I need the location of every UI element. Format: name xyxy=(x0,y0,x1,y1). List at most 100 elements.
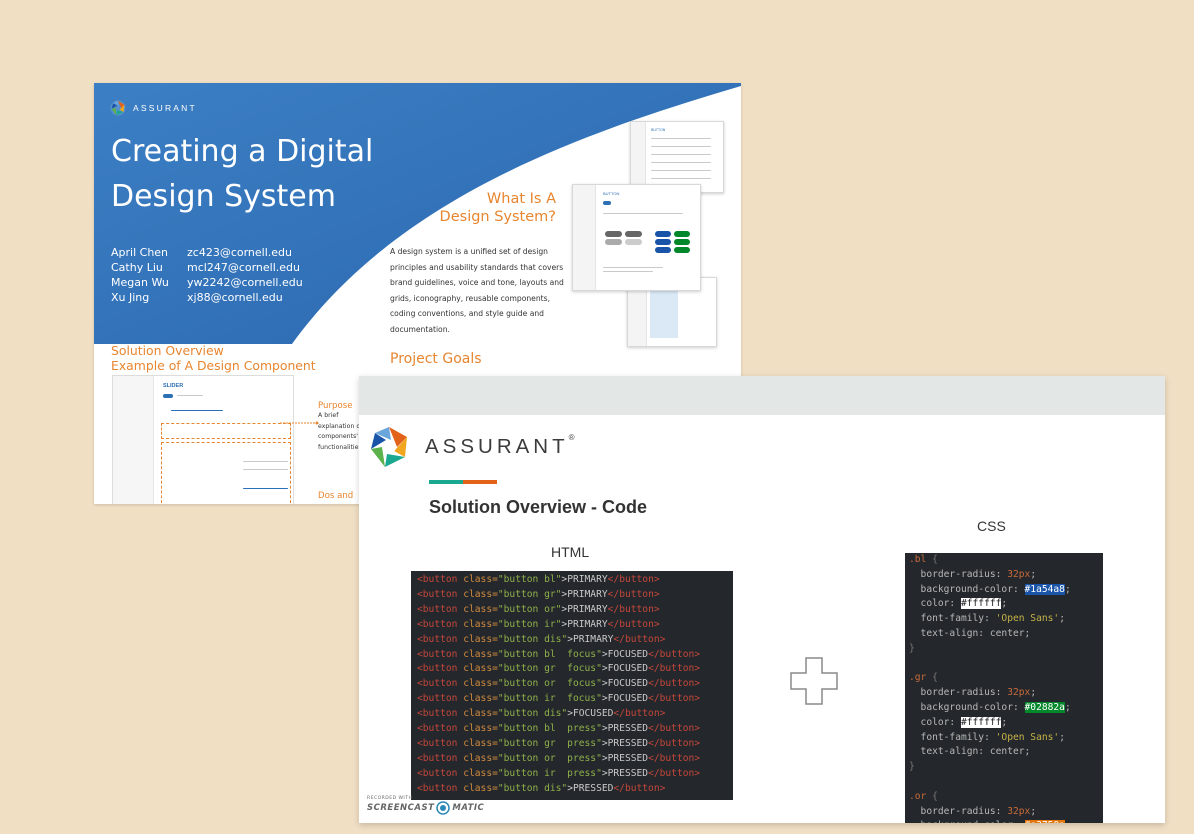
css-prop: border-radius: xyxy=(909,687,1008,699)
css-selector: .bl xyxy=(909,554,933,565)
css-color-value: #ffffff xyxy=(960,598,1002,610)
css-brace: { xyxy=(932,672,938,684)
what-is-line1: What Is A xyxy=(486,191,556,207)
solution-line2: Example of A Design Component xyxy=(111,358,316,373)
code-tag: </button> xyxy=(648,752,701,764)
thumb-title: BUTTON xyxy=(651,128,666,132)
record-icon xyxy=(436,801,451,815)
author-name: Cathy Liu xyxy=(111,261,163,274)
css-color-value: #ffffff xyxy=(960,716,1002,728)
css-value: 'Open Sans' xyxy=(995,613,1060,625)
css-prop: border-radius: xyxy=(909,568,1008,580)
author-row: Megan Wu yw2242@cornell.edu xyxy=(111,275,303,290)
html-code-line: <button class="button dis">FOCUSED</butt… xyxy=(417,707,727,722)
css-brace: { xyxy=(932,790,938,802)
code-text: >FOCUSED xyxy=(567,708,614,720)
code-attr: class= xyxy=(463,752,498,764)
code-text: >PRIMARY xyxy=(567,633,614,645)
code-tag: <button xyxy=(417,678,464,690)
html-code-line: <button class="button bl focus">FOCUSED<… xyxy=(417,648,727,663)
css-code-line: color: #ffffff; xyxy=(909,716,1099,731)
code-attr: class= xyxy=(463,767,498,779)
poster-title-line1: Creating a Digital xyxy=(111,134,374,169)
html-code-line: <button class="button or press">PRESSED<… xyxy=(417,752,727,767)
css-color-value: #02882a xyxy=(1024,701,1065,713)
design-system-description: A design system is a unified set of desi… xyxy=(390,247,564,334)
watermark-word2: MATIC xyxy=(452,803,485,813)
code-tag: </button> xyxy=(607,574,660,585)
code-tag: </button> xyxy=(648,737,701,749)
code-tag: <button xyxy=(417,767,464,779)
css-blank xyxy=(909,658,915,669)
dos-heading: Dos and xyxy=(318,491,354,501)
css-selector: .or xyxy=(909,790,933,802)
css-punct: ; xyxy=(1064,701,1071,713)
what-is-line2: Design System? xyxy=(439,209,556,225)
css-prop: color: xyxy=(909,716,961,728)
author-email: yw2242@cornell.edu xyxy=(187,276,303,289)
author-row: Cathy Liu mcl247@cornell.edu xyxy=(111,260,303,275)
author-email: mcl247@cornell.edu xyxy=(187,261,300,274)
thumb2-title: BUTTON xyxy=(603,191,620,196)
code-tag: </button> xyxy=(607,618,660,630)
author-email: zc423@cornell.edu xyxy=(187,246,292,259)
html-code-line: <button class="button dis">PRESSED</butt… xyxy=(417,782,727,797)
code-text: >PRESSED xyxy=(601,723,649,735)
code-tag: <button xyxy=(417,708,464,720)
css-prop: background-color: xyxy=(909,583,1025,595)
code-text: >PRESSED xyxy=(601,752,649,764)
css-punct: ; xyxy=(1030,568,1037,580)
thumbnail-button-table: BUTTON xyxy=(630,121,724,193)
code-tag: </button> xyxy=(613,633,666,645)
poster-authors: April Chen zc423@cornell.edu Cathy Liu mcl… xyxy=(111,245,303,305)
code-tag: <button xyxy=(417,723,464,735)
code-attr: class= xyxy=(463,648,498,660)
code-text: >PRIMARY xyxy=(561,618,608,630)
solution-heading: Solution Overview Example of A Design Co… xyxy=(111,343,316,373)
html-code-line: <button class="button gr">PRIMARY</butto… xyxy=(417,588,727,603)
code-tag: <button xyxy=(417,737,464,749)
component-example: SLIDER xyxy=(112,375,294,504)
css-prop: color: xyxy=(909,598,961,610)
css-prop: background-color: xyxy=(909,820,1025,823)
css-code-line: background-color: #e3750a; xyxy=(909,819,1099,823)
css-code-line: .or { xyxy=(909,790,1099,805)
css-brace: } xyxy=(909,761,915,773)
code-string: "button or focus" xyxy=(497,678,602,690)
code-tag: <button xyxy=(417,618,464,630)
html-code-line: <button class="button ir focus">FOCUSED<… xyxy=(417,692,727,707)
css-prop: text-align: xyxy=(909,746,990,758)
code-text: >FOCUSED xyxy=(601,678,649,690)
author-name: Megan Wu xyxy=(111,276,169,289)
plus-icon xyxy=(790,657,838,705)
registered-mark: ® xyxy=(568,433,575,442)
css-prop: border-radius: xyxy=(909,805,1008,817)
purpose-arrow-icon xyxy=(280,421,319,425)
css-punct: ; xyxy=(1001,598,1008,610)
poster-logo: ASSURANT xyxy=(110,100,197,116)
css-color-value: #1a54a8 xyxy=(1024,583,1065,595)
code-text: >PRESSED xyxy=(567,782,614,794)
css-code-block: .bl { border-radius: 32px; background-co… xyxy=(905,553,1103,823)
brand-text: ASSURANT xyxy=(425,435,569,458)
code-tag: </button> xyxy=(648,663,701,675)
author-row: April Chen zc423@cornell.edu xyxy=(111,245,303,260)
css-code-line: text-align: center; xyxy=(909,627,1099,642)
html-code-line: <button class="button or focus">FOCUSED<… xyxy=(417,677,727,692)
code-attr: class= xyxy=(463,633,498,645)
css-code-line: font-family: 'Open Sans'; xyxy=(909,731,1099,746)
code-tag: <button xyxy=(417,648,464,660)
css-code-line xyxy=(909,657,1099,672)
code-text: >PRIMARY xyxy=(561,588,608,600)
code-attr: class= xyxy=(463,693,498,705)
css-code-line: background-color: #02882a; xyxy=(909,701,1099,716)
poster-title-line2: Design System xyxy=(111,179,336,214)
code-text: >FOCUSED xyxy=(601,693,649,705)
code-string: "button bl" xyxy=(497,574,562,585)
css-code-line: border-radius: 32px; xyxy=(909,686,1099,701)
author-name: April Chen xyxy=(111,246,169,259)
code-text: >PRIMARY xyxy=(561,603,608,615)
css-code-line: color: #ffffff; xyxy=(909,597,1099,612)
html-code-line: <button class="button gr focus">FOCUSED<… xyxy=(417,662,727,677)
code-string: "button dis" xyxy=(497,708,568,720)
